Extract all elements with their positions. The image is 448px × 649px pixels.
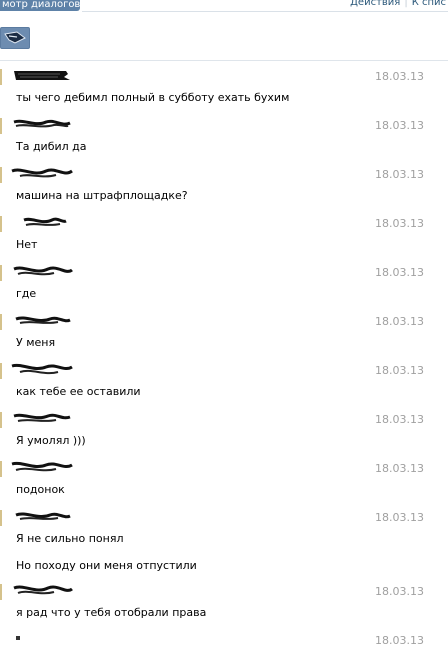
author-indicator	[0, 118, 2, 134]
message-item: 18.03.13 машина на штрафплощадке?	[0, 163, 448, 212]
message-item: 18.03.13 как тебе ее оставили	[0, 359, 448, 408]
message-date: 18.03.13	[375, 266, 424, 279]
message-text: Нет	[16, 238, 38, 251]
message-date: 18.03.13	[375, 511, 424, 524]
censored-author-icon	[11, 168, 73, 178]
message-item: 18.03.13 Я не сильно понял	[0, 506, 448, 555]
author-indicator	[0, 412, 2, 428]
tab-view-dialogs-label: мотр диалогов	[2, 0, 80, 10]
message-text: Та дибил да	[16, 140, 87, 153]
top-actions: Действия | К спис	[350, 0, 446, 8]
back-button[interactable]	[0, 27, 30, 49]
message-text: как тебе ее оставили	[16, 385, 141, 398]
message-item: 18.03.13 Нет	[0, 212, 448, 261]
censored-author-icon	[13, 585, 73, 595]
censored-author-icon	[11, 461, 73, 472]
message-item: 18.03.13 Я умолял )))	[0, 408, 448, 457]
message-date: 18.03.13	[375, 364, 424, 377]
censored-author-icon	[13, 119, 71, 128]
author-indicator	[0, 216, 2, 232]
message-item: 18.03.13 подонок	[0, 457, 448, 506]
tab-view-dialogs[interactable]: мотр диалогов	[0, 0, 80, 11]
message-item: 18.03.13	[0, 629, 448, 649]
message-text: ты чего дебимл полный в субботу ехать бу…	[16, 91, 290, 104]
message-date: 18.03.13	[375, 119, 424, 132]
message-text: подонок	[16, 483, 65, 496]
toolbar	[0, 12, 448, 60]
censored-author-icon	[15, 512, 71, 520]
message-date: 18.03.13	[375, 585, 424, 598]
censored-author-icon	[14, 71, 70, 80]
separator: |	[404, 0, 408, 8]
back-arrow-icon	[4, 31, 26, 44]
message-item: 18.03.13 где	[0, 261, 448, 310]
message-item: 18.03.13 ты чего дебимл полный в субботу…	[0, 65, 448, 114]
header-divider	[0, 60, 448, 61]
back-to-list-link[interactable]: К спис	[412, 0, 446, 8]
message-text: Но походу они меня отпустили	[16, 559, 197, 572]
message-text: где	[16, 287, 37, 300]
message-date: 18.03.13	[375, 217, 424, 230]
message-text: машина на штрафплощадке?	[16, 189, 188, 202]
author-indicator	[0, 167, 2, 183]
author-indicator	[0, 265, 2, 281]
author-indicator	[0, 510, 2, 526]
message-text: Я не сильно понял	[16, 532, 124, 545]
message-item: 18.03.13 я рад что у тебя отобрали права	[0, 580, 448, 629]
message-date: 18.03.13	[375, 634, 424, 647]
censored-author-icon	[23, 217, 67, 226]
actions-link[interactable]: Действия	[350, 0, 400, 8]
message-item: 18.03.13 Та дибил да	[0, 114, 448, 163]
message-list: 18.03.13 ты чего дебимл полный в субботу…	[0, 65, 448, 649]
censored-author-icon	[15, 316, 71, 324]
message-date: 18.03.13	[375, 70, 424, 83]
cut-off-content	[16, 636, 20, 640]
author-indicator	[0, 584, 2, 600]
censored-author-icon	[11, 363, 73, 375]
message-date: 18.03.13	[375, 413, 424, 426]
author-indicator	[0, 314, 2, 330]
author-indicator	[0, 363, 2, 379]
message-text: Я умолял )))	[16, 434, 86, 447]
censored-author-icon	[13, 413, 71, 422]
author-indicator	[0, 69, 2, 85]
message-text: У меня	[16, 336, 56, 349]
message-text: я рад что у тебя отобрали права	[16, 606, 207, 619]
message-date: 18.03.13	[375, 168, 424, 181]
message-item-continuation: Но походу они меня отпустили	[0, 555, 448, 580]
author-indicator	[0, 461, 2, 477]
message-date: 18.03.13	[375, 462, 424, 475]
censored-author-icon	[13, 266, 73, 276]
message-item: 18.03.13 У меня	[0, 310, 448, 359]
message-date: 18.03.13	[375, 315, 424, 328]
